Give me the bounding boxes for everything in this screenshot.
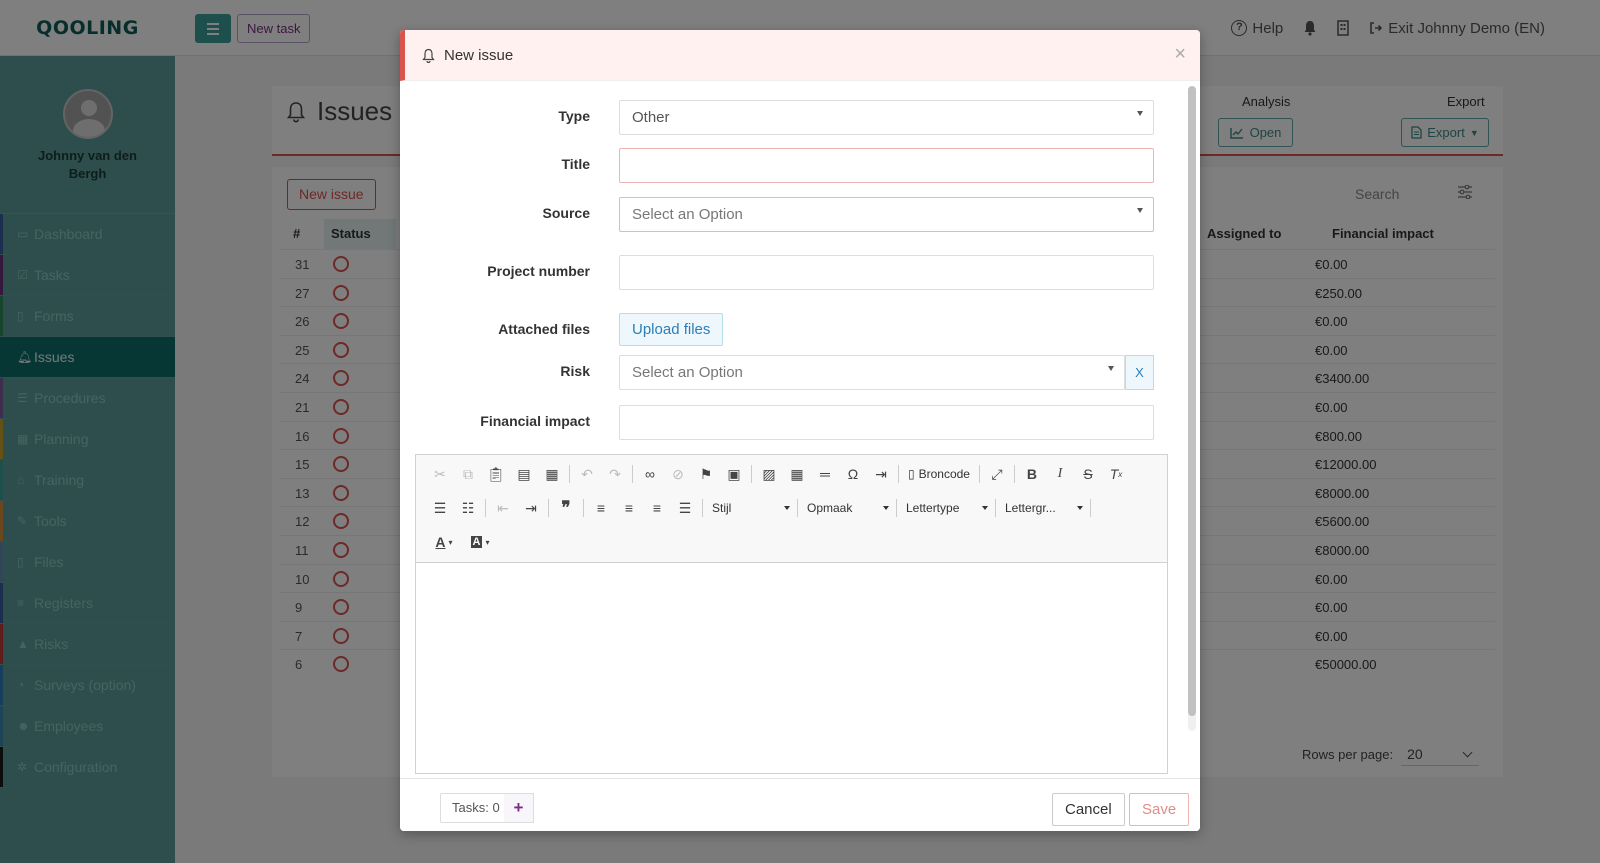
toolbar-separator: [583, 499, 584, 517]
add-task-button[interactable]: +: [504, 793, 534, 823]
unlink-icon[interactable]: ⊘: [664, 461, 692, 487]
paste-icon[interactable]: 📋︎: [482, 461, 510, 487]
outdent-icon[interactable]: ⇤: [489, 495, 517, 521]
remove-format-icon[interactable]: Tx: [1102, 461, 1130, 487]
financial-impact-label: Financial impact: [480, 413, 590, 429]
toolbar-separator: [978, 465, 980, 483]
project-number-input[interactable]: [619, 255, 1154, 290]
type-label: Type: [558, 108, 590, 124]
toolbar-separator: [751, 465, 752, 483]
modal-title: New issue: [444, 46, 514, 64]
align-justify-icon[interactable]: ☰: [671, 495, 699, 521]
tasks-counter-button[interactable]: Tasks: 0: [440, 793, 512, 823]
new-issue-modal: New issue × Type Other Title Source Sele…: [400, 30, 1200, 831]
risk-select[interactable]: Select an Option: [619, 355, 1125, 390]
format-combo[interactable]: Opmaak: [801, 497, 893, 519]
toolbar-row-2: ☰ ☷ ⇤ ⇥ ❞ ≡ ≡ ≡ ☰ Stijl Opmaak Lettertyp…: [426, 495, 1094, 521]
align-center-icon[interactable]: ≡: [615, 495, 643, 521]
source-placeholder: Select an Option: [632, 206, 743, 223]
toolbar-separator: [896, 499, 897, 517]
toolbar-separator: [898, 465, 899, 483]
align-left-icon[interactable]: ≡: [587, 495, 615, 521]
attached-files-label: Attached files: [498, 321, 590, 337]
copy-icon[interactable]: ⧉: [454, 461, 482, 487]
source-button[interactable]: ▯ Broncode: [902, 467, 976, 481]
upload-files-button[interactable]: Upload files: [619, 313, 724, 346]
style-combo[interactable]: Stijl: [706, 497, 794, 519]
toolbar-row-3: A ▾ A ▾: [426, 529, 498, 555]
numbered-list-icon[interactable]: ☰: [426, 495, 454, 521]
font-size-combo[interactable]: Lettergr...: [999, 497, 1087, 519]
bell-icon: [422, 48, 435, 63]
type-value: Other: [632, 109, 670, 126]
rich-text-editor: ✂ ⧉ 📋︎ ▤ ▦ ↶ ↷ ∞ ⊘ ⚑ ▣ ▨ ▦ ═ Ω ⇥ ▯ Bronc…: [415, 454, 1168, 774]
iframe-icon[interactable]: ⇥: [867, 461, 895, 487]
bold-icon[interactable]: B: [1018, 461, 1046, 487]
horizontal-rule-icon[interactable]: ═: [811, 461, 839, 487]
align-right-icon[interactable]: ≡: [643, 495, 671, 521]
toolbar-separator: [797, 499, 798, 517]
blockquote-icon[interactable]: ❞: [552, 495, 580, 521]
redo-icon[interactable]: ↷: [601, 461, 629, 487]
source-label: Broncode: [918, 467, 970, 481]
toolbar-separator: [1090, 499, 1091, 517]
maximize-icon[interactable]: ⤢: [983, 461, 1011, 487]
text-color-icon[interactable]: A ▾: [426, 529, 462, 555]
save-button[interactable]: Save: [1129, 793, 1190, 826]
risk-placeholder: Select an Option: [632, 364, 743, 381]
bulleted-list-icon[interactable]: ☷: [454, 495, 482, 521]
modal-scrollbar[interactable]: [1188, 86, 1196, 731]
anchor-flag-icon[interactable]: ⚑: [692, 461, 720, 487]
project-number-label: Project number: [487, 263, 590, 279]
paste-text-icon[interactable]: ▤: [510, 461, 538, 487]
toolbar-separator: [702, 499, 703, 517]
strikethrough-icon[interactable]: S: [1074, 461, 1102, 487]
toolbar-separator: [1013, 465, 1015, 483]
toolbar-separator: [485, 499, 486, 517]
background-color-icon[interactable]: A ▾: [462, 529, 498, 555]
link-icon[interactable]: ∞: [636, 461, 664, 487]
financial-impact-input[interactable]: [619, 405, 1154, 440]
modal-footer: Tasks: 0 + Cancel Save: [400, 778, 1200, 831]
toolbar-separator: [548, 499, 549, 517]
indent-icon[interactable]: ⇥: [517, 495, 545, 521]
cut-icon[interactable]: ✂: [426, 461, 454, 487]
source-label: Source: [542, 205, 590, 221]
editor-toolbar: ✂ ⧉ 📋︎ ▤ ▦ ↶ ↷ ∞ ⊘ ⚑ ▣ ▨ ▦ ═ Ω ⇥ ▯ Bronc…: [416, 455, 1167, 563]
risk-clear-button[interactable]: X: [1125, 355, 1154, 390]
page-break-icon[interactable]: ▣: [720, 461, 748, 487]
font-combo[interactable]: Lettertype: [900, 497, 992, 519]
title-label: Title: [561, 156, 590, 172]
scrollbar-thumb[interactable]: [1188, 86, 1196, 716]
cancel-button[interactable]: Cancel: [1052, 793, 1125, 826]
caret-down-icon: [1137, 208, 1143, 213]
caret-down-icon: [1108, 366, 1114, 371]
special-char-icon[interactable]: Ω: [839, 461, 867, 487]
type-select[interactable]: Other: [619, 100, 1154, 135]
image-icon[interactable]: ▨: [755, 461, 783, 487]
toolbar-separator: [632, 465, 633, 483]
close-icon[interactable]: ×: [1174, 44, 1186, 64]
italic-icon[interactable]: I: [1046, 461, 1074, 487]
modal-header: New issue ×: [400, 30, 1200, 81]
source-select[interactable]: Select an Option: [619, 197, 1154, 232]
risk-label: Risk: [560, 363, 590, 379]
source-file-icon: ▯: [908, 467, 915, 481]
title-input[interactable]: [619, 148, 1154, 183]
toolbar-separator: [569, 465, 570, 483]
toolbar-row-1: ✂ ⧉ 📋︎ ▤ ▦ ↶ ↷ ∞ ⊘ ⚑ ▣ ▨ ▦ ═ Ω ⇥ ▯ Bronc…: [426, 461, 1130, 487]
caret-down-icon: [1137, 111, 1143, 116]
table-icon[interactable]: ▦: [783, 461, 811, 487]
undo-icon[interactable]: ↶: [573, 461, 601, 487]
paste-word-icon[interactable]: ▦: [538, 461, 566, 487]
toolbar-separator: [995, 499, 996, 517]
editor-content-area[interactable]: [416, 563, 1167, 773]
